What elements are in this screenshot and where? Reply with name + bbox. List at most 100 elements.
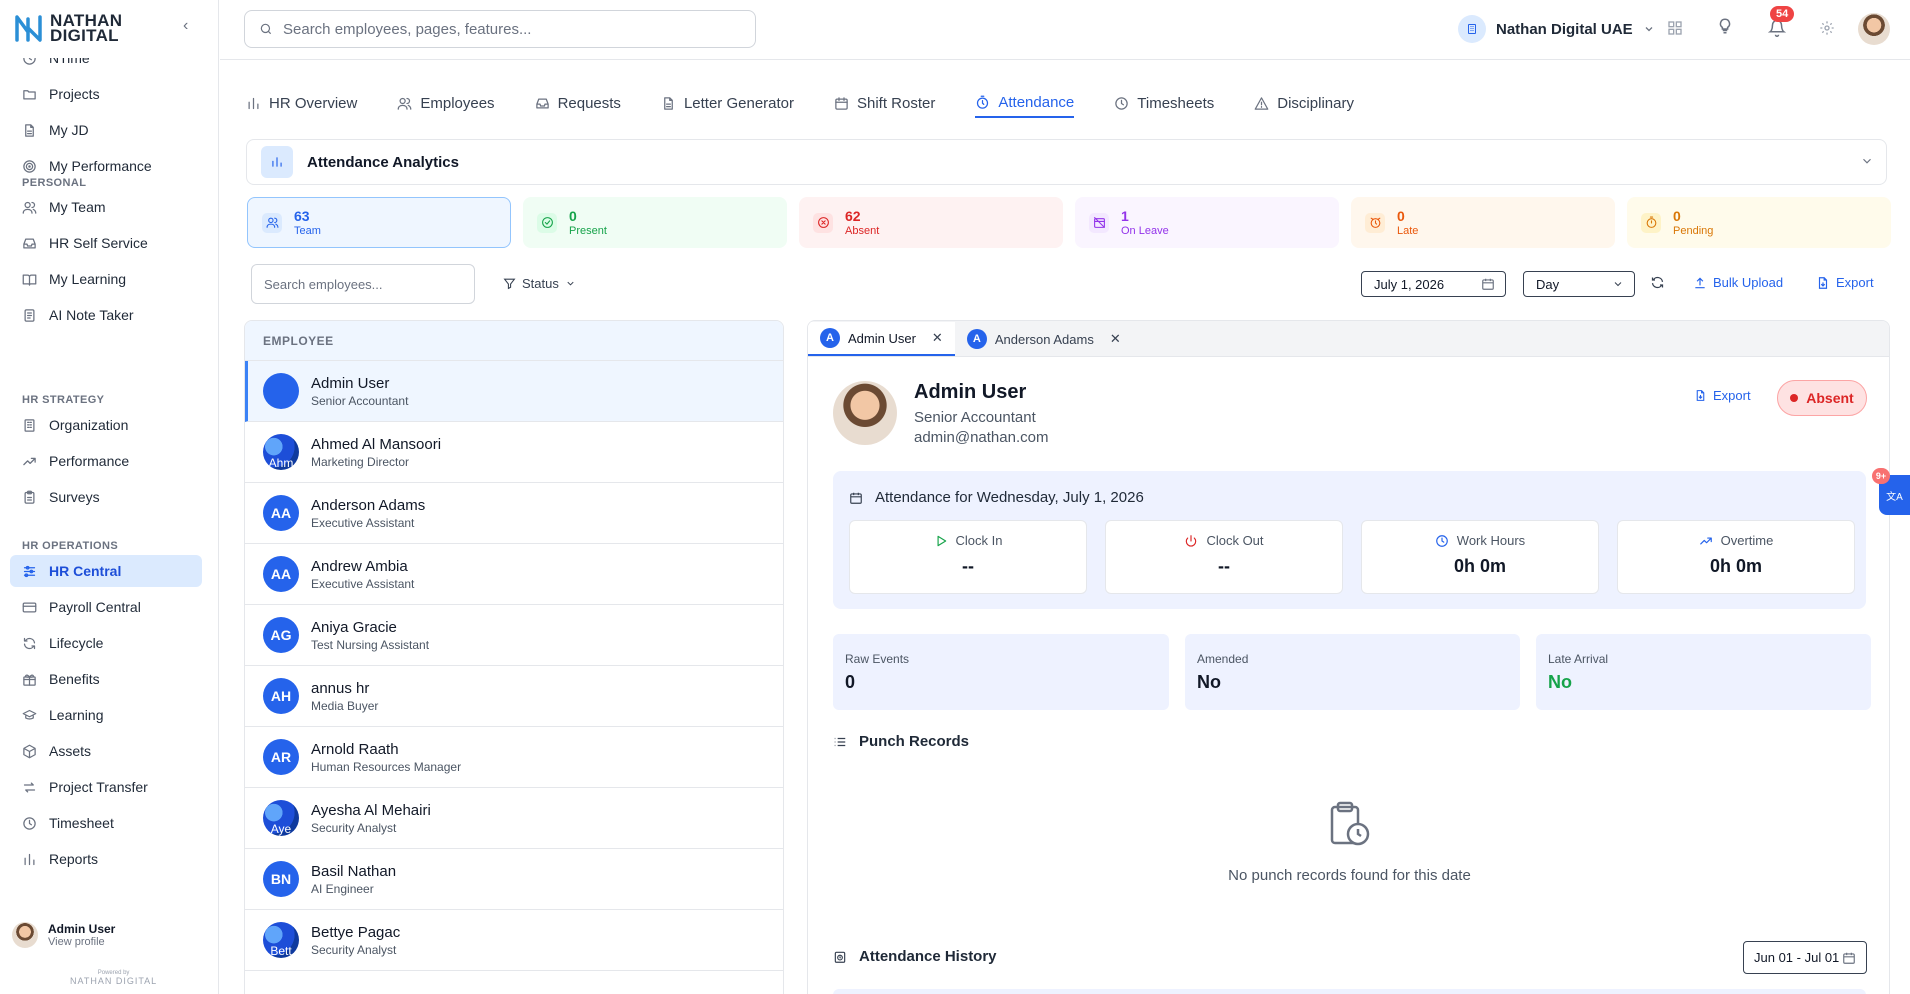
- tab-timesheets[interactable]: Timesheets: [1114, 88, 1214, 118]
- detail-tab-admin-user[interactable]: A Admin User ✕: [808, 322, 955, 356]
- tab-requests[interactable]: Requests: [535, 88, 621, 118]
- sidebar-item-hr-central[interactable]: HR Central: [10, 555, 202, 587]
- employee-list: Admin User Senior Accountant Ahm Ahmed A…: [245, 361, 783, 971]
- employee-row[interactable]: AG Aniya Gracie Test Nursing Assistant: [245, 605, 783, 666]
- tab-employees[interactable]: Employees: [397, 88, 495, 118]
- employee-row[interactable]: Bett Bettye Pagac Security Analyst: [245, 910, 783, 971]
- tab-hr-overview[interactable]: HR Overview: [246, 88, 357, 118]
- employee-row[interactable]: AA Anderson Adams Executive Assistant: [245, 483, 783, 544]
- file-export-icon: [1818, 276, 1828, 289]
- export-button[interactable]: Export: [1816, 275, 1874, 290]
- sidebar-item-hr-self-service[interactable]: HR Self Service: [10, 227, 202, 259]
- warning-icon: [1254, 96, 1269, 111]
- sidebar-item-my-learning[interactable]: My Learning: [10, 263, 202, 295]
- profile-avatar[interactable]: [1858, 13, 1890, 45]
- view-profile-link[interactable]: View profile: [48, 936, 115, 948]
- sidebar-item-payroll-central[interactable]: Payroll Central: [10, 591, 202, 623]
- brand-logo[interactable]: NATHAN DIGITAL: [14, 12, 122, 44]
- brand-line-2: DIGITAL: [50, 26, 119, 45]
- employee-row[interactable]: BN Basil Nathan AI Engineer: [245, 849, 783, 910]
- employee-row[interactable]: Aye Ayesha Al Mehairi Security Analyst: [245, 788, 783, 849]
- employee-role: Executive Assistant: [311, 576, 415, 591]
- sidebar-item-label: Timesheet: [49, 815, 114, 831]
- sidebar-item-ntime[interactable]: NTime: [10, 58, 202, 74]
- stat-label: Pending: [1673, 224, 1714, 237]
- detail-export-button[interactable]: Export: [1694, 388, 1751, 403]
- employee-email: admin@nathan.com: [914, 429, 1049, 446]
- employee-detail-panel: A Admin User ✕ A Anderson Adams ✕ Admin …: [807, 320, 1890, 994]
- gear-icon[interactable]: [1817, 18, 1837, 38]
- top-bar: Search employees, pages, features... Nat…: [220, 0, 1910, 60]
- sidebar-item-project-transfer[interactable]: Project Transfer: [10, 771, 202, 803]
- close-icon[interactable]: ✕: [932, 330, 943, 346]
- history-range-value: Jun 01 - Jul 01: [1754, 950, 1840, 965]
- tab-letter-generator[interactable]: Letter Generator: [661, 88, 794, 118]
- translate-icon: 文A: [1886, 491, 1903, 503]
- sidebar-item-performance[interactable]: Performance: [10, 445, 202, 477]
- period-select[interactable]: Day: [1523, 271, 1635, 297]
- global-search-input[interactable]: Search employees, pages, features...: [244, 10, 756, 48]
- sidebar-item-ai-note-taker[interactable]: AI Note Taker: [10, 299, 202, 331]
- sidebar-item-my-jd[interactable]: My JD: [10, 114, 202, 146]
- employee-role: Senior Accountant: [914, 409, 1036, 426]
- tab-disciplinary[interactable]: Disciplinary: [1254, 88, 1354, 118]
- employee-row[interactable]: AA Andrew Ambia Executive Assistant: [245, 544, 783, 605]
- lightbulb-icon[interactable]: [1715, 16, 1735, 36]
- sidebar-item-lifecycle[interactable]: Lifecycle: [10, 627, 202, 659]
- sidebar-item-organization[interactable]: Organization: [10, 409, 202, 441]
- collapse-sidebar-chevron-icon[interactable]: ‹: [183, 18, 199, 34]
- stat-card-present[interactable]: 0 Present: [523, 197, 787, 248]
- attendance-card-overtime: Overtime 0h 0m: [1617, 520, 1855, 594]
- bar-chart-icon: [246, 96, 261, 111]
- date-picker[interactable]: July 1, 2026: [1361, 271, 1506, 297]
- employee-role: Security Analyst: [311, 942, 397, 957]
- stat-card-late[interactable]: 0 Late: [1351, 197, 1615, 248]
- sidebar-item-surveys[interactable]: Surveys: [10, 481, 202, 513]
- avatar-initials: AA: [270, 566, 292, 582]
- attendance-analytics-title: Attendance Analytics: [307, 153, 459, 171]
- detail-tab-label: Admin User: [848, 330, 916, 346]
- status-badge: Absent: [1777, 380, 1867, 416]
- sidebar-item-benefits[interactable]: Benefits: [10, 663, 202, 695]
- employee-name: Admin User: [914, 381, 1027, 403]
- sidebar-item-learning[interactable]: Learning: [10, 699, 202, 731]
- stat-card-absent[interactable]: 62 Absent: [799, 197, 1063, 248]
- stat-card-pending[interactable]: 0 Pending: [1627, 197, 1891, 248]
- detail-tab-anderson-adams[interactable]: A Anderson Adams ✕: [955, 322, 1133, 356]
- status-filter-dropdown[interactable]: Status: [503, 276, 576, 291]
- attendance-card-label: Clock Out: [1206, 533, 1264, 548]
- attendance-history-heading: Attendance History: [833, 948, 997, 965]
- tab-attendance[interactable]: Attendance: [975, 88, 1075, 118]
- attendance-card-value: --: [1218, 556, 1230, 576]
- sidebar-item-projects[interactable]: Projects: [10, 78, 202, 110]
- sidebar-item-my-team[interactable]: My Team: [10, 191, 202, 223]
- stat-card-on-leave[interactable]: 1 On Leave: [1075, 197, 1339, 248]
- employee-row[interactable]: Admin User Senior Accountant: [245, 361, 783, 422]
- employee-row[interactable]: AR Arnold Raath Human Resources Manager: [245, 727, 783, 788]
- sidebar-item-label: NTime: [49, 58, 90, 66]
- calendar-icon: [1843, 952, 1855, 964]
- sidebar-item-reports[interactable]: Reports: [10, 843, 202, 875]
- employee-row[interactable]: AH annus hr Media Buyer: [245, 666, 783, 727]
- tab-shift-roster[interactable]: Shift Roster: [834, 88, 935, 118]
- apps-grid-icon[interactable]: [1665, 18, 1685, 38]
- box-icon: [22, 744, 37, 759]
- employee-search-input[interactable]: Search employees...: [251, 264, 475, 304]
- stat-value: 0: [1673, 207, 1681, 224]
- sliders-icon: [22, 564, 37, 579]
- refresh-icon[interactable]: [1650, 275, 1665, 293]
- stat-label: Present: [569, 224, 607, 237]
- history-range-picker[interactable]: Jun 01 - Jul 01: [1743, 941, 1867, 974]
- employee-row[interactable]: Ahm Ahmed Al Mansoori Marketing Director: [245, 422, 783, 483]
- bulk-upload-button[interactable]: Bulk Upload: [1693, 275, 1783, 290]
- close-icon[interactable]: ✕: [1110, 331, 1121, 347]
- sidebar-user-profile[interactable]: Admin User View profile: [12, 922, 115, 948]
- flag-card-raw-events: Raw Events 0: [833, 634, 1169, 710]
- organization-switcher[interactable]: Nathan Digital UAE: [1458, 15, 1655, 43]
- sidebar-item-assets[interactable]: Assets: [10, 735, 202, 767]
- sidebar-item-timesheet[interactable]: Timesheet: [10, 807, 202, 839]
- attendance-analytics-toggle[interactable]: Attendance Analytics: [246, 139, 1887, 185]
- stat-card-team[interactable]: 63 Team: [247, 197, 511, 248]
- sidebar-item-label: Organization: [49, 417, 129, 433]
- attendance-history-title: Attendance History: [859, 948, 997, 965]
